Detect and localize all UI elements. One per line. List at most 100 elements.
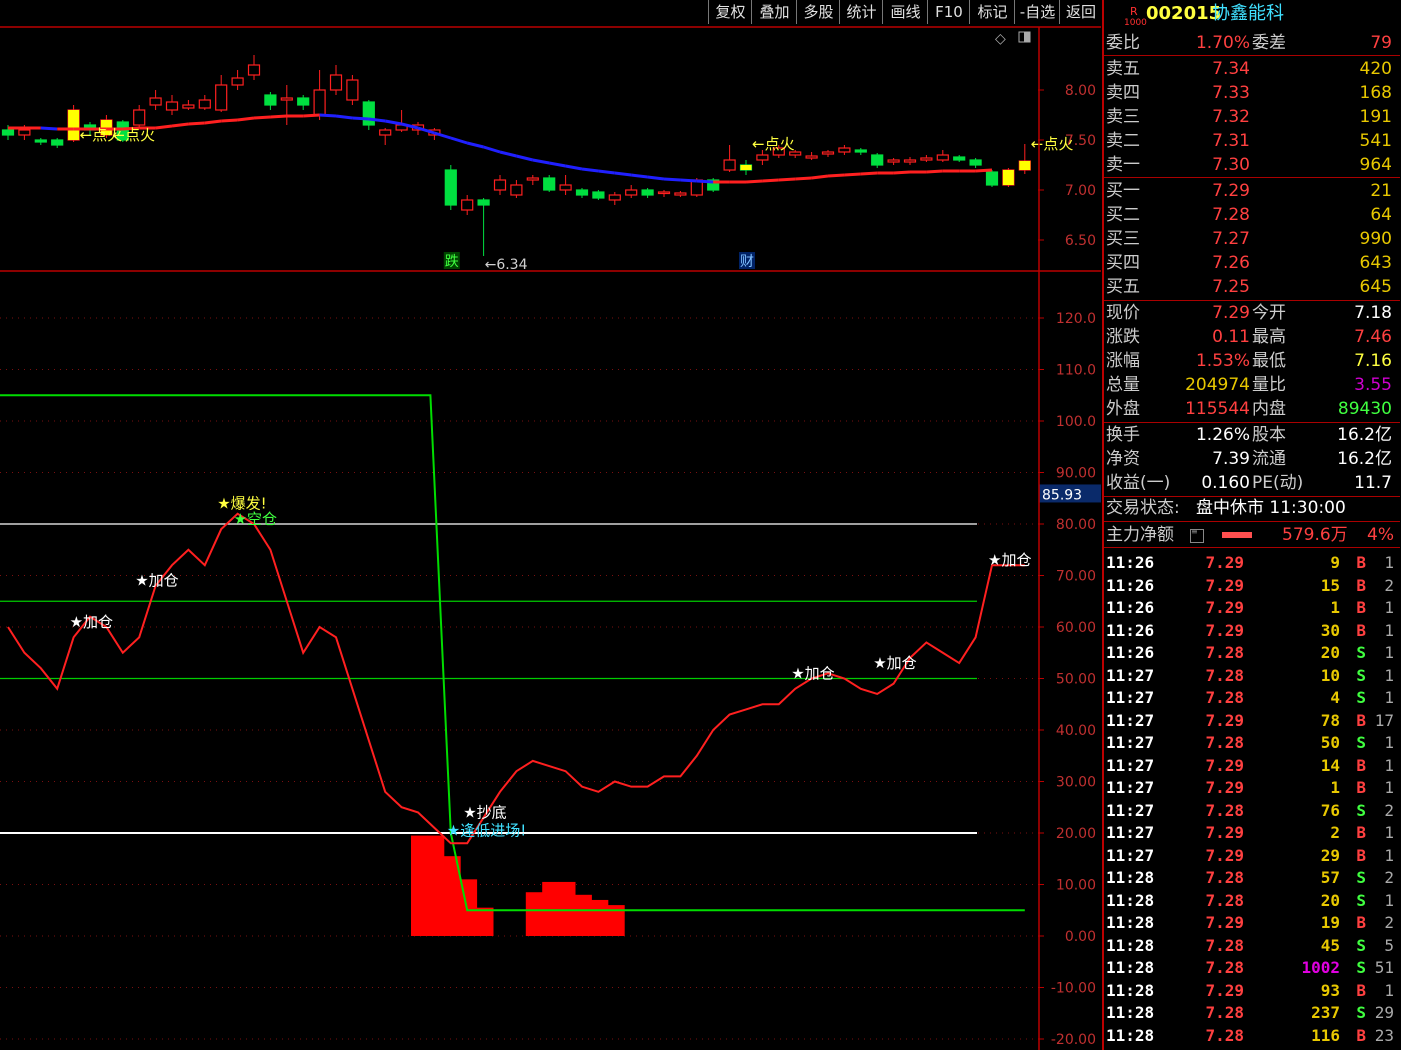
toolbar-button-5[interactable]: 画线 xyxy=(882,0,928,24)
tick-count: 51 xyxy=(1374,958,1394,977)
volume-bar xyxy=(542,881,560,936)
sell-order-volume: 420 xyxy=(1359,59,1392,79)
quote-value: 89430 xyxy=(1337,399,1392,419)
volume-bar xyxy=(427,835,445,936)
tick-count: 2 xyxy=(1384,575,1394,595)
toolbar-button-4[interactable]: 统计 xyxy=(839,0,883,24)
tick-time: 11:27 xyxy=(1106,688,1155,707)
chart-toolbar: 复权 叠加 多股 统计 画线 F10 标记 -自选 返回 xyxy=(0,0,1101,26)
toolbar-button-1[interactable]: 复权 xyxy=(708,0,752,24)
fundamental-label: 股本 xyxy=(1252,425,1286,445)
toolbar-button-8[interactable]: -自选 xyxy=(1014,0,1060,24)
ma-line-segment xyxy=(532,158,550,165)
tick-row: 11:26 7.29 1 B 1 xyxy=(1104,597,1400,619)
candle-body xyxy=(854,149,867,153)
signal-label: ★加仓 xyxy=(70,613,113,631)
tick-price: 7.29 xyxy=(1205,913,1244,932)
committee-ratio: 1.70% xyxy=(1195,33,1250,53)
candle-body xyxy=(543,177,556,191)
signal-label: ★空仓 xyxy=(234,510,277,528)
candle-body xyxy=(969,159,982,166)
buy-order-price: 7.28 xyxy=(1212,205,1250,225)
tick-volume: 1002 xyxy=(1301,958,1340,977)
tick-row: 11:27 7.29 29 B 1 xyxy=(1104,845,1400,867)
candle-body xyxy=(657,191,671,195)
tick-time: 11:26 xyxy=(1106,598,1155,617)
tick-volume: 50 xyxy=(1320,733,1340,752)
ma-line-segment xyxy=(975,168,993,173)
fundamental-row: 收益(一) 0.160 PE(动) 11.7 xyxy=(1104,472,1400,495)
tick-volume: 237 xyxy=(1311,1003,1340,1022)
tick-side: B xyxy=(1356,755,1366,775)
tick-price: 7.29 xyxy=(1205,778,1244,797)
fundamental-label: 流通 xyxy=(1252,449,1286,469)
buy-order-volume: 643 xyxy=(1359,253,1392,273)
stock-code[interactable]: 002015 xyxy=(1146,2,1221,25)
quote-panel: R 1000 002015 协鑫能科 委比 1.70% 委差 79 卖五 7.34… xyxy=(1102,0,1401,1050)
quote-row: 涨幅 1.53% 最低 7.16 xyxy=(1104,350,1400,373)
tick-volume: 116 xyxy=(1311,1025,1340,1045)
quote-row: 现价 7.29 今开 7.18 xyxy=(1104,302,1400,325)
fundamental-value: 1.26% xyxy=(1195,425,1250,445)
tick-price: 7.28 xyxy=(1205,890,1244,910)
sell-order-row: 卖五 7.34 420 xyxy=(1104,58,1400,81)
kline-panel[interactable]: 8.007.507.006.50←点火←点火 ←点火 ←点火←6.34跌 财◇ xyxy=(1,31,1097,273)
list-icon[interactable]: ≡ xyxy=(1190,528,1204,543)
quote-row: 涨跌 0.11 最高 7.46 xyxy=(1104,326,1400,349)
fundamental-value: 16.2亿 xyxy=(1337,425,1392,445)
tick-row: 11:27 7.28 4 S 1 xyxy=(1104,687,1400,709)
toolbar-button-3[interactable]: 多股 xyxy=(796,0,840,24)
candle-body xyxy=(723,159,736,171)
candle-body xyxy=(165,101,179,111)
candle-body xyxy=(559,184,572,191)
candle-body xyxy=(641,189,654,196)
tick-count: 1 xyxy=(1384,733,1394,752)
signal-label: ★加仓 xyxy=(791,664,834,682)
tick-count: 1 xyxy=(1384,598,1394,617)
ma-line-segment xyxy=(384,119,402,126)
committee-diff: 79 xyxy=(1370,33,1392,53)
tick-time: 11:28 xyxy=(1106,890,1155,910)
tick-side: S xyxy=(1356,935,1366,955)
signal-label: ←点火 xyxy=(112,126,155,144)
chart-area[interactable]: 8.007.507.006.50←点火←点火 ←点火 ←点火←6.34跌 财◇ 120… xyxy=(0,0,1101,1050)
candle-body xyxy=(264,94,277,106)
volume-bar xyxy=(411,835,428,936)
quote-label: 涨跌 xyxy=(1106,327,1140,347)
ma-line-segment xyxy=(171,122,189,128)
toolbar-button-9[interactable]: 返回 xyxy=(1059,0,1102,24)
tick-price: 7.29 xyxy=(1205,575,1244,595)
toolbar-button-6[interactable]: F10 xyxy=(927,0,970,24)
tick-time: 11:28 xyxy=(1106,913,1155,932)
committee-row: 委比 1.70% 委差 79 xyxy=(1104,32,1400,56)
quote-row: 外盘 115544 内盘 89430 xyxy=(1104,398,1400,421)
tick-row: 11:28 7.28 20 S 1 xyxy=(1104,890,1400,912)
toolbar-button-7[interactable]: 标记 xyxy=(969,0,1015,24)
tick-row: 11:26 7.28 20 S 1 xyxy=(1104,642,1400,664)
ma-line-segment xyxy=(647,175,665,181)
buy-order-price: 7.27 xyxy=(1212,229,1250,249)
candle-body xyxy=(182,104,195,109)
candle-body xyxy=(18,129,31,136)
tick-volume: 45 xyxy=(1320,935,1340,955)
tick-volume: 15 xyxy=(1320,575,1340,595)
tick-side: S xyxy=(1356,688,1366,707)
ma-line-segment xyxy=(303,113,320,118)
fundamental-label: PE(动) xyxy=(1252,473,1304,493)
tick-price: 7.28 xyxy=(1205,958,1244,977)
ma-line-segment xyxy=(253,115,271,120)
stock-header: R 1000 002015 协鑫能科 xyxy=(1104,2,1400,28)
buy-order-price: 7.25 xyxy=(1212,277,1250,297)
candle-body xyxy=(887,159,900,163)
ma-line-segment xyxy=(188,121,205,126)
tick-price: 7.29 xyxy=(1205,598,1244,617)
candle-body xyxy=(444,169,457,206)
fundamental-value: 0.160 xyxy=(1201,473,1250,493)
stock-name[interactable]: 协鑫能科 xyxy=(1212,2,1284,25)
indicator-panel[interactable]: 120.0 110.0 100.0 90.00 80.00 70.00 60.00 50.00… xyxy=(0,311,1101,1048)
toolbar-button-2[interactable]: 叠加 xyxy=(751,0,797,24)
ma-line-segment xyxy=(827,173,845,178)
candle-body xyxy=(953,156,966,161)
tick-time: 11:26 xyxy=(1106,575,1155,595)
tick-time: 11:27 xyxy=(1106,845,1155,865)
